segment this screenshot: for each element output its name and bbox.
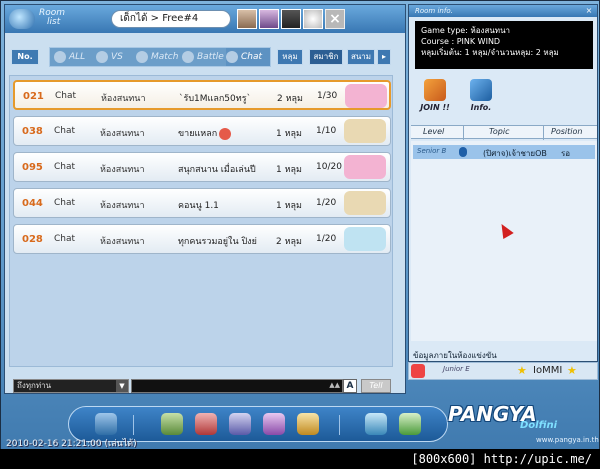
avatar-2[interactable] [259,9,279,29]
chevron-down-icon[interactable]: ▼ [116,380,128,392]
menu-icon-8[interactable] [399,413,421,435]
chat-bar: ถึงทุกท่าน ▼ ▲▲ A Tell [9,377,403,395]
watermark-text: [800x600] http://upic.me/ [411,452,592,466]
dock-separator [339,415,340,435]
room-row[interactable]: 095 Chat ห้องสนทนา สนุกสนาน เมื่อเล่นปี … [13,152,391,182]
star-icon: ★ [567,364,577,377]
scroll-up-icon[interactable]: ▲▲ [329,381,340,389]
house-icon [424,79,446,101]
tab-vs[interactable]: VS [96,48,134,66]
tell-button[interactable]: Tell [361,379,391,393]
tab-all[interactable]: ALL [54,48,94,66]
course-badge-blue [344,227,386,251]
menu-icon-3[interactable] [195,413,217,435]
menu-icon-5[interactable] [263,413,285,435]
column-divider [543,126,544,140]
player-status-bar: Junior E ★ IoMMI ★ [408,362,598,380]
globe-icon [9,9,35,29]
dock-separator [133,415,134,435]
sort-member-button[interactable]: สมาชิก [309,49,343,65]
course-badge-wind [344,155,386,179]
join-button[interactable]: JOIN !! [415,79,455,119]
avatar-1[interactable] [237,9,257,29]
column-divider [463,126,464,140]
sort-number-button[interactable]: No. [11,49,39,65]
window-title: Room list [39,8,66,27]
tab-chat[interactable]: Chat [226,48,270,66]
battle-icon [182,50,194,63]
room-info-footer: ข้อมูลภายในห้องแข่งขัน [413,351,497,360]
refresh-icon [54,50,66,63]
close-button[interactable]: × [325,9,345,29]
user-info-icon [470,79,492,101]
brand-url: www.pangya.in.th [536,436,599,444]
player-icon [459,147,467,157]
course-badge-sepia [344,119,386,143]
chat-channel-select[interactable]: ถึงทุกท่าน ▼ [13,379,129,393]
menu-icon-4[interactable] [229,413,251,435]
player-avatar [411,364,425,378]
match-icon [136,50,148,63]
room-row[interactable]: 021 Chat ห้องสนทนา `รับ1Mแลก50ทรู` 2 หลุ… [13,80,391,110]
timestamp: 2010-02-16 21:21:00 (เล่นได้) [6,439,137,449]
next-arrow-button[interactable]: ▸ [377,49,391,65]
info-button[interactable]: Info. [461,79,501,119]
ball-icon[interactable] [303,9,323,29]
course-badge-sepia [344,191,386,215]
breadcrumb: เด็กได้ > Free#4 [111,10,231,28]
room-info-panel: Game type: ห้องสนทนา Course : PINK WIND … [415,21,593,69]
close-icon[interactable]: × [584,6,594,16]
room-info-window: Room info. × Game type: ห้องสนทนา Course… [408,4,598,362]
room-row[interactable]: 038 Chat ห้องสนทนา ขายแหลก 1 หลุม 1/10 [13,116,391,146]
menu-icon-1[interactable] [95,413,117,435]
filter-bar: No. ALL VS Match Battle Chat หลุม สมาชิก… [9,47,403,67]
player-list [411,141,597,341]
room-row[interactable]: 028 Chat ห้องสนทนา ทุกคนรวมอยู่ใน ปิงย่ … [13,224,391,254]
star-icon: ★ [517,364,527,377]
font-a-button[interactable]: A [343,379,357,393]
brand-subtitle: Dolfini [520,420,558,431]
room-info-title: Room info. × [409,5,597,17]
room-list-titlebar: Room list เด็กได้ > Free#4 × [5,5,405,33]
vs-icon [96,50,108,63]
room-list-window: Room list เด็กได้ > Free#4 × No. ALL VS … [4,4,406,394]
room-row[interactable]: 044 Chat ห้องสนทนา คอนนู 1.1 1 หลุม 1/20 [13,188,391,218]
sort-hole-button[interactable]: หลุม [277,49,303,65]
filter-tabs: ALL VS Match Battle Chat [49,47,271,67]
menu-icon-6[interactable] [297,413,319,435]
tab-match[interactable]: Match [136,48,180,66]
course-badge-pink-wind [345,84,387,108]
chat-icon [226,50,238,63]
watermark-bar: [800x600] http://upic.me/ [0,449,600,469]
player-row[interactable]: Senior B (ปิศาจ)เจ้าชายOB รอ [413,145,595,159]
avatar-3[interactable] [281,9,301,29]
menu-icon-2[interactable] [161,413,183,435]
tab-battle[interactable]: Battle [182,48,224,66]
chat-input[interactable]: ▲▲ [131,379,343,393]
menu-icon-7[interactable] [365,413,387,435]
angry-face-icon [219,127,232,140]
room-list: 021 Chat ห้องสนทนา `รับ1Mแลก50ทรู` 2 หลุ… [9,75,393,367]
player-list-header: Level Topic Position [411,125,597,140]
sort-course-button[interactable]: สนาม [347,49,375,65]
